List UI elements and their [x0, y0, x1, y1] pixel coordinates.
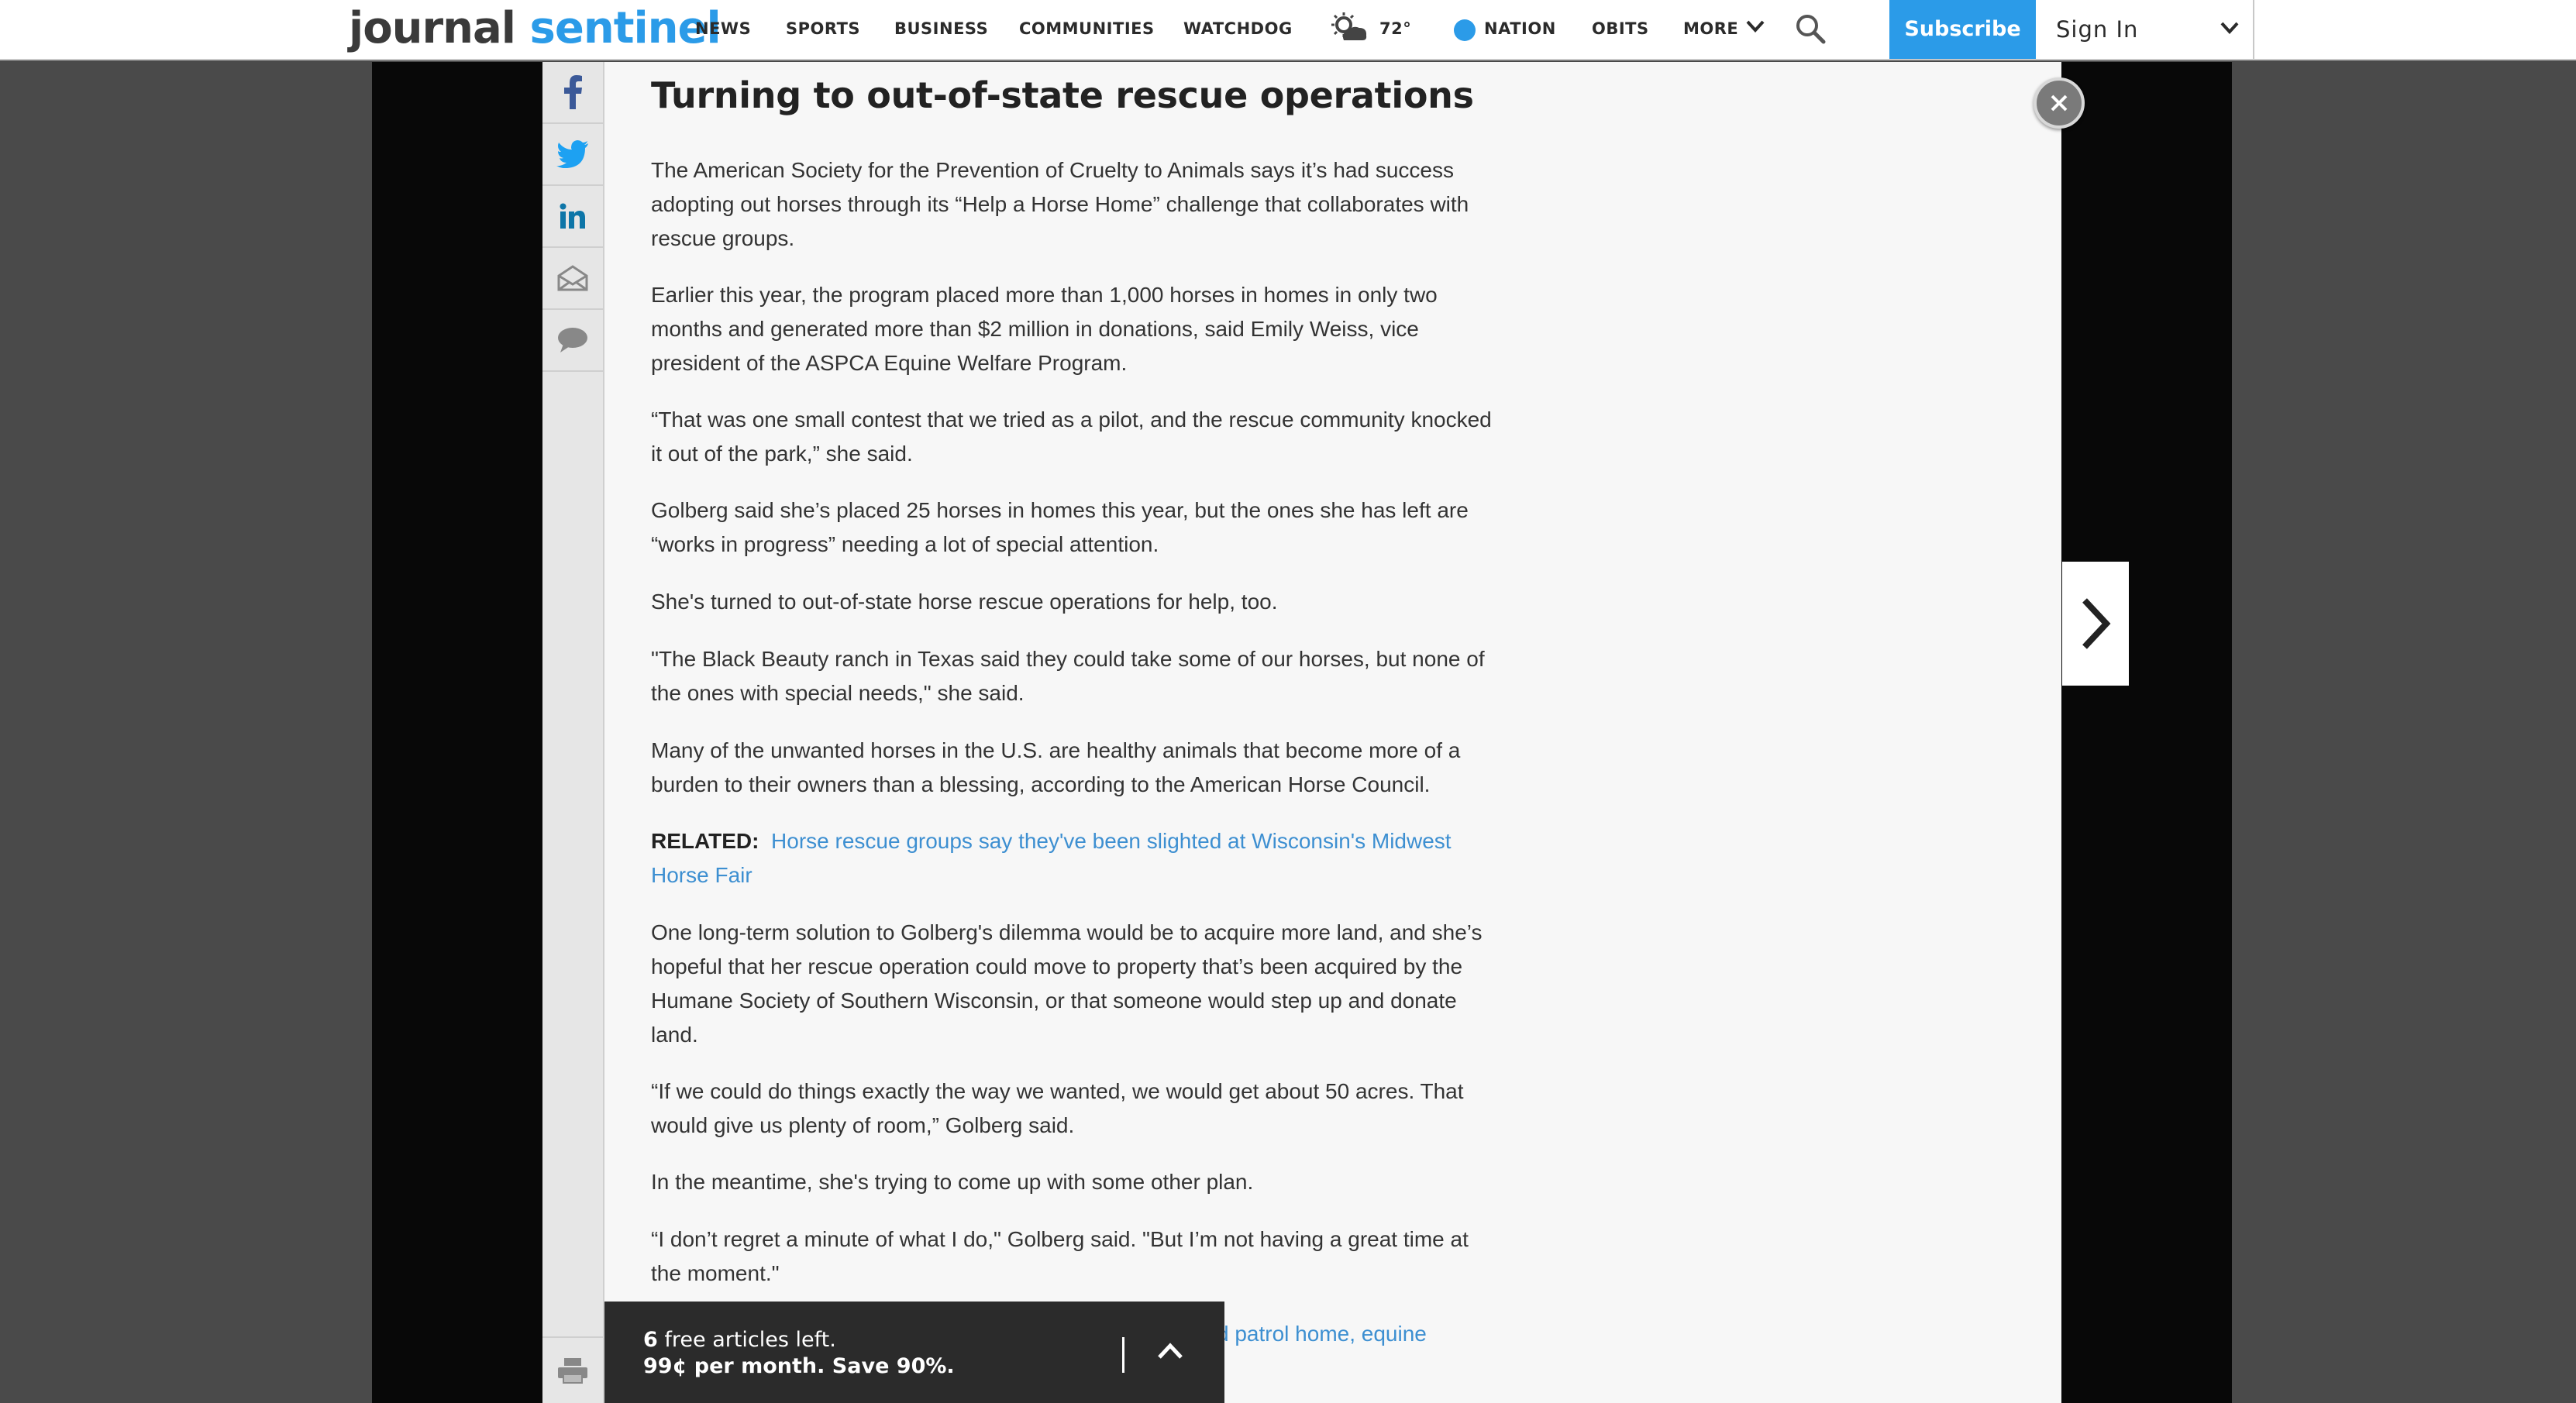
meter-divider — [1122, 1337, 1124, 1373]
weather-temperature[interactable]: 72° — [1379, 0, 1411, 57]
article-paragraph: She's turned to out-of-state horse rescu… — [651, 590, 1278, 614]
top-navigation-bar: journal sentinel NEWS SPORTS BUSINESS CO… — [0, 0, 2576, 60]
article-paragraph: Many of the unwanted horses in the U.S. … — [651, 738, 1461, 796]
subscribe-button[interactable]: Subscribe — [1889, 0, 2036, 59]
nav-news[interactable]: NEWS — [695, 0, 751, 57]
article-paragraph: The American Society for the Prevention … — [651, 158, 1469, 250]
nav-communities[interactable]: COMMUNITIES — [1019, 0, 1155, 57]
twitter-icon — [556, 140, 588, 168]
article-paragraph: Golberg said she’s placed 25 horses in h… — [651, 498, 1469, 556]
related-story-link[interactable]: Horse rescue groups say they've been sli… — [651, 829, 1452, 887]
partly-cloudy-icon[interactable] — [1330, 11, 1369, 45]
share-linkedin-button[interactable] — [542, 186, 603, 248]
article-paragraph: “That was one small contest that we trie… — [651, 407, 1492, 466]
site-logo[interactable]: journal sentinel — [349, 2, 721, 56]
chevron-right-icon — [2082, 598, 2111, 649]
nav-more[interactable]: MORE — [1683, 0, 1738, 57]
meter-count: 6 — [643, 1328, 658, 1352]
article-paragraph: “I don’t regret a minute of what I do," … — [651, 1227, 1469, 1285]
related-story: RELATED: Horse rescue groups say they've… — [651, 824, 1503, 892]
meter-count-label: free articles left. — [657, 1328, 836, 1352]
partial-related-link: d patrol home, equine — [1217, 1317, 1527, 1351]
print-button[interactable] — [542, 1336, 603, 1403]
close-icon — [2051, 95, 2068, 112]
free-articles-meter[interactable]: 6 free articles left. 99¢ per month. Sav… — [604, 1302, 1224, 1403]
article-paragraph: Earlier this year, the program placed mo… — [651, 283, 1438, 375]
email-icon — [557, 265, 588, 291]
share-rail — [542, 62, 604, 1403]
share-facebook-button[interactable] — [542, 62, 603, 124]
article-paragraph: In the meantime, she's trying to come up… — [651, 1170, 1254, 1194]
linkedin-icon — [560, 203, 585, 229]
print-icon — [558, 1358, 587, 1384]
chevron-down-icon[interactable] — [1745, 19, 1765, 34]
share-twitter-button[interactable] — [542, 124, 603, 186]
sign-in-button[interactable]: Sign In — [2056, 0, 2138, 59]
nation-dot-icon — [1454, 19, 1476, 41]
close-overlay-button[interactable] — [2034, 77, 2085, 129]
chevron-up-icon[interactable] — [1156, 1340, 1184, 1360]
related-label: RELATED: — [651, 829, 759, 853]
logo-word-journal: journal — [349, 3, 516, 53]
facebook-icon — [564, 75, 582, 109]
article-paragraph: "The Black Beauty ranch in Texas said th… — [651, 647, 1485, 705]
next-slide-button[interactable] — [2062, 562, 2129, 686]
meter-count-text: 6 free articles left. — [643, 1328, 836, 1352]
article-paragraph: “If we could do things exactly the way w… — [651, 1079, 1464, 1137]
related-story-link-partial[interactable]: d patrol home, equine — [1217, 1322, 1427, 1346]
nav-watchdog[interactable]: WATCHDOG — [1183, 0, 1293, 57]
search-icon[interactable] — [1794, 12, 1827, 45]
nav-nation[interactable]: NATION — [1484, 0, 1556, 57]
topbar-divider — [2253, 0, 2254, 60]
article-paragraph: One long-term solution to Golberg's dile… — [651, 920, 1483, 1047]
article-panel — [604, 62, 2061, 1403]
share-email-button[interactable] — [542, 248, 603, 310]
meter-offer-text: 99¢ per month. Save 90%. — [643, 1354, 955, 1378]
comment-icon — [558, 328, 587, 352]
comments-button[interactable] — [542, 310, 603, 372]
nav-obits[interactable]: OBITS — [1592, 0, 1649, 57]
nav-sports[interactable]: SPORTS — [786, 0, 860, 57]
nav-business[interactable]: BUSINESS — [894, 0, 988, 57]
article-headline: Turning to out-of-state rescue operation… — [651, 74, 1474, 116]
logo-word-sentinel: sentinel — [529, 3, 721, 53]
chevron-down-icon[interactable] — [2220, 20, 2240, 36]
